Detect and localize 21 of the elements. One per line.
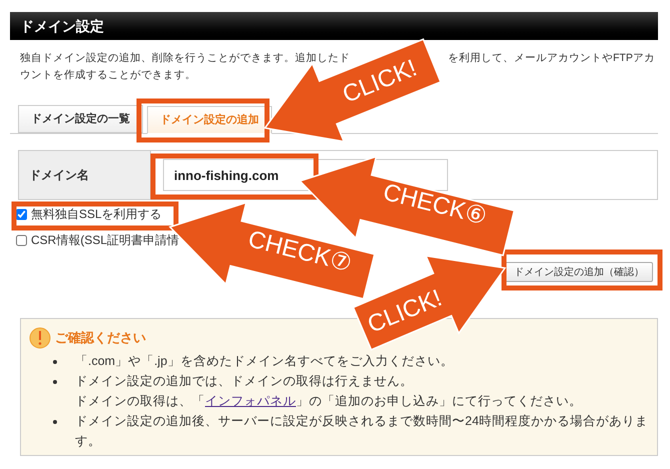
notice-text: ドメインの取得は、「インフォパネル」の「追加のお申し込み」にて行ってください。 [75, 393, 583, 410]
tab[interactable]: ドメイン設定の一覧 [18, 105, 143, 133]
bullet-icon [53, 420, 57, 424]
description-text: を利用して、メールアカウントやFTPアカ [448, 51, 655, 66]
checkbox[interactable] [16, 234, 27, 246]
exclamation-icon [29, 327, 51, 349]
description-text: ウントを作成することができます。 [20, 68, 196, 83]
checkbox-label[interactable]: CSR情報(SSL証明書申請情 [31, 231, 180, 249]
info-panel-link[interactable]: インフォパネル [205, 394, 296, 408]
checkbox-label[interactable]: 無料独自SSLを利用する [31, 205, 162, 223]
page-title: ドメイン設定 [20, 16, 104, 36]
notice-text: 「.com」や「.jp」を含めたドメイン名すべてをご入力ください。 [75, 353, 454, 370]
notice-text: ドメイン設定の追加では、ドメインの取得は行えません。 [75, 373, 414, 390]
checkbox[interactable] [16, 208, 27, 220]
notice-title: ご確認ください [55, 329, 146, 348]
notice-text: ドメイン設定の追加後、サーバーに設定が反映されるまで数時間〜24時間程度かかる場合があります。 [75, 413, 649, 450]
confirm-button[interactable]: ドメイン設定の追加（確認） [505, 262, 653, 282]
bullet-icon [53, 360, 57, 364]
annotation-label: CHECK⑦ [246, 228, 354, 276]
bullet-icon [53, 380, 57, 384]
field-label: ドメイン名 [29, 167, 89, 184]
